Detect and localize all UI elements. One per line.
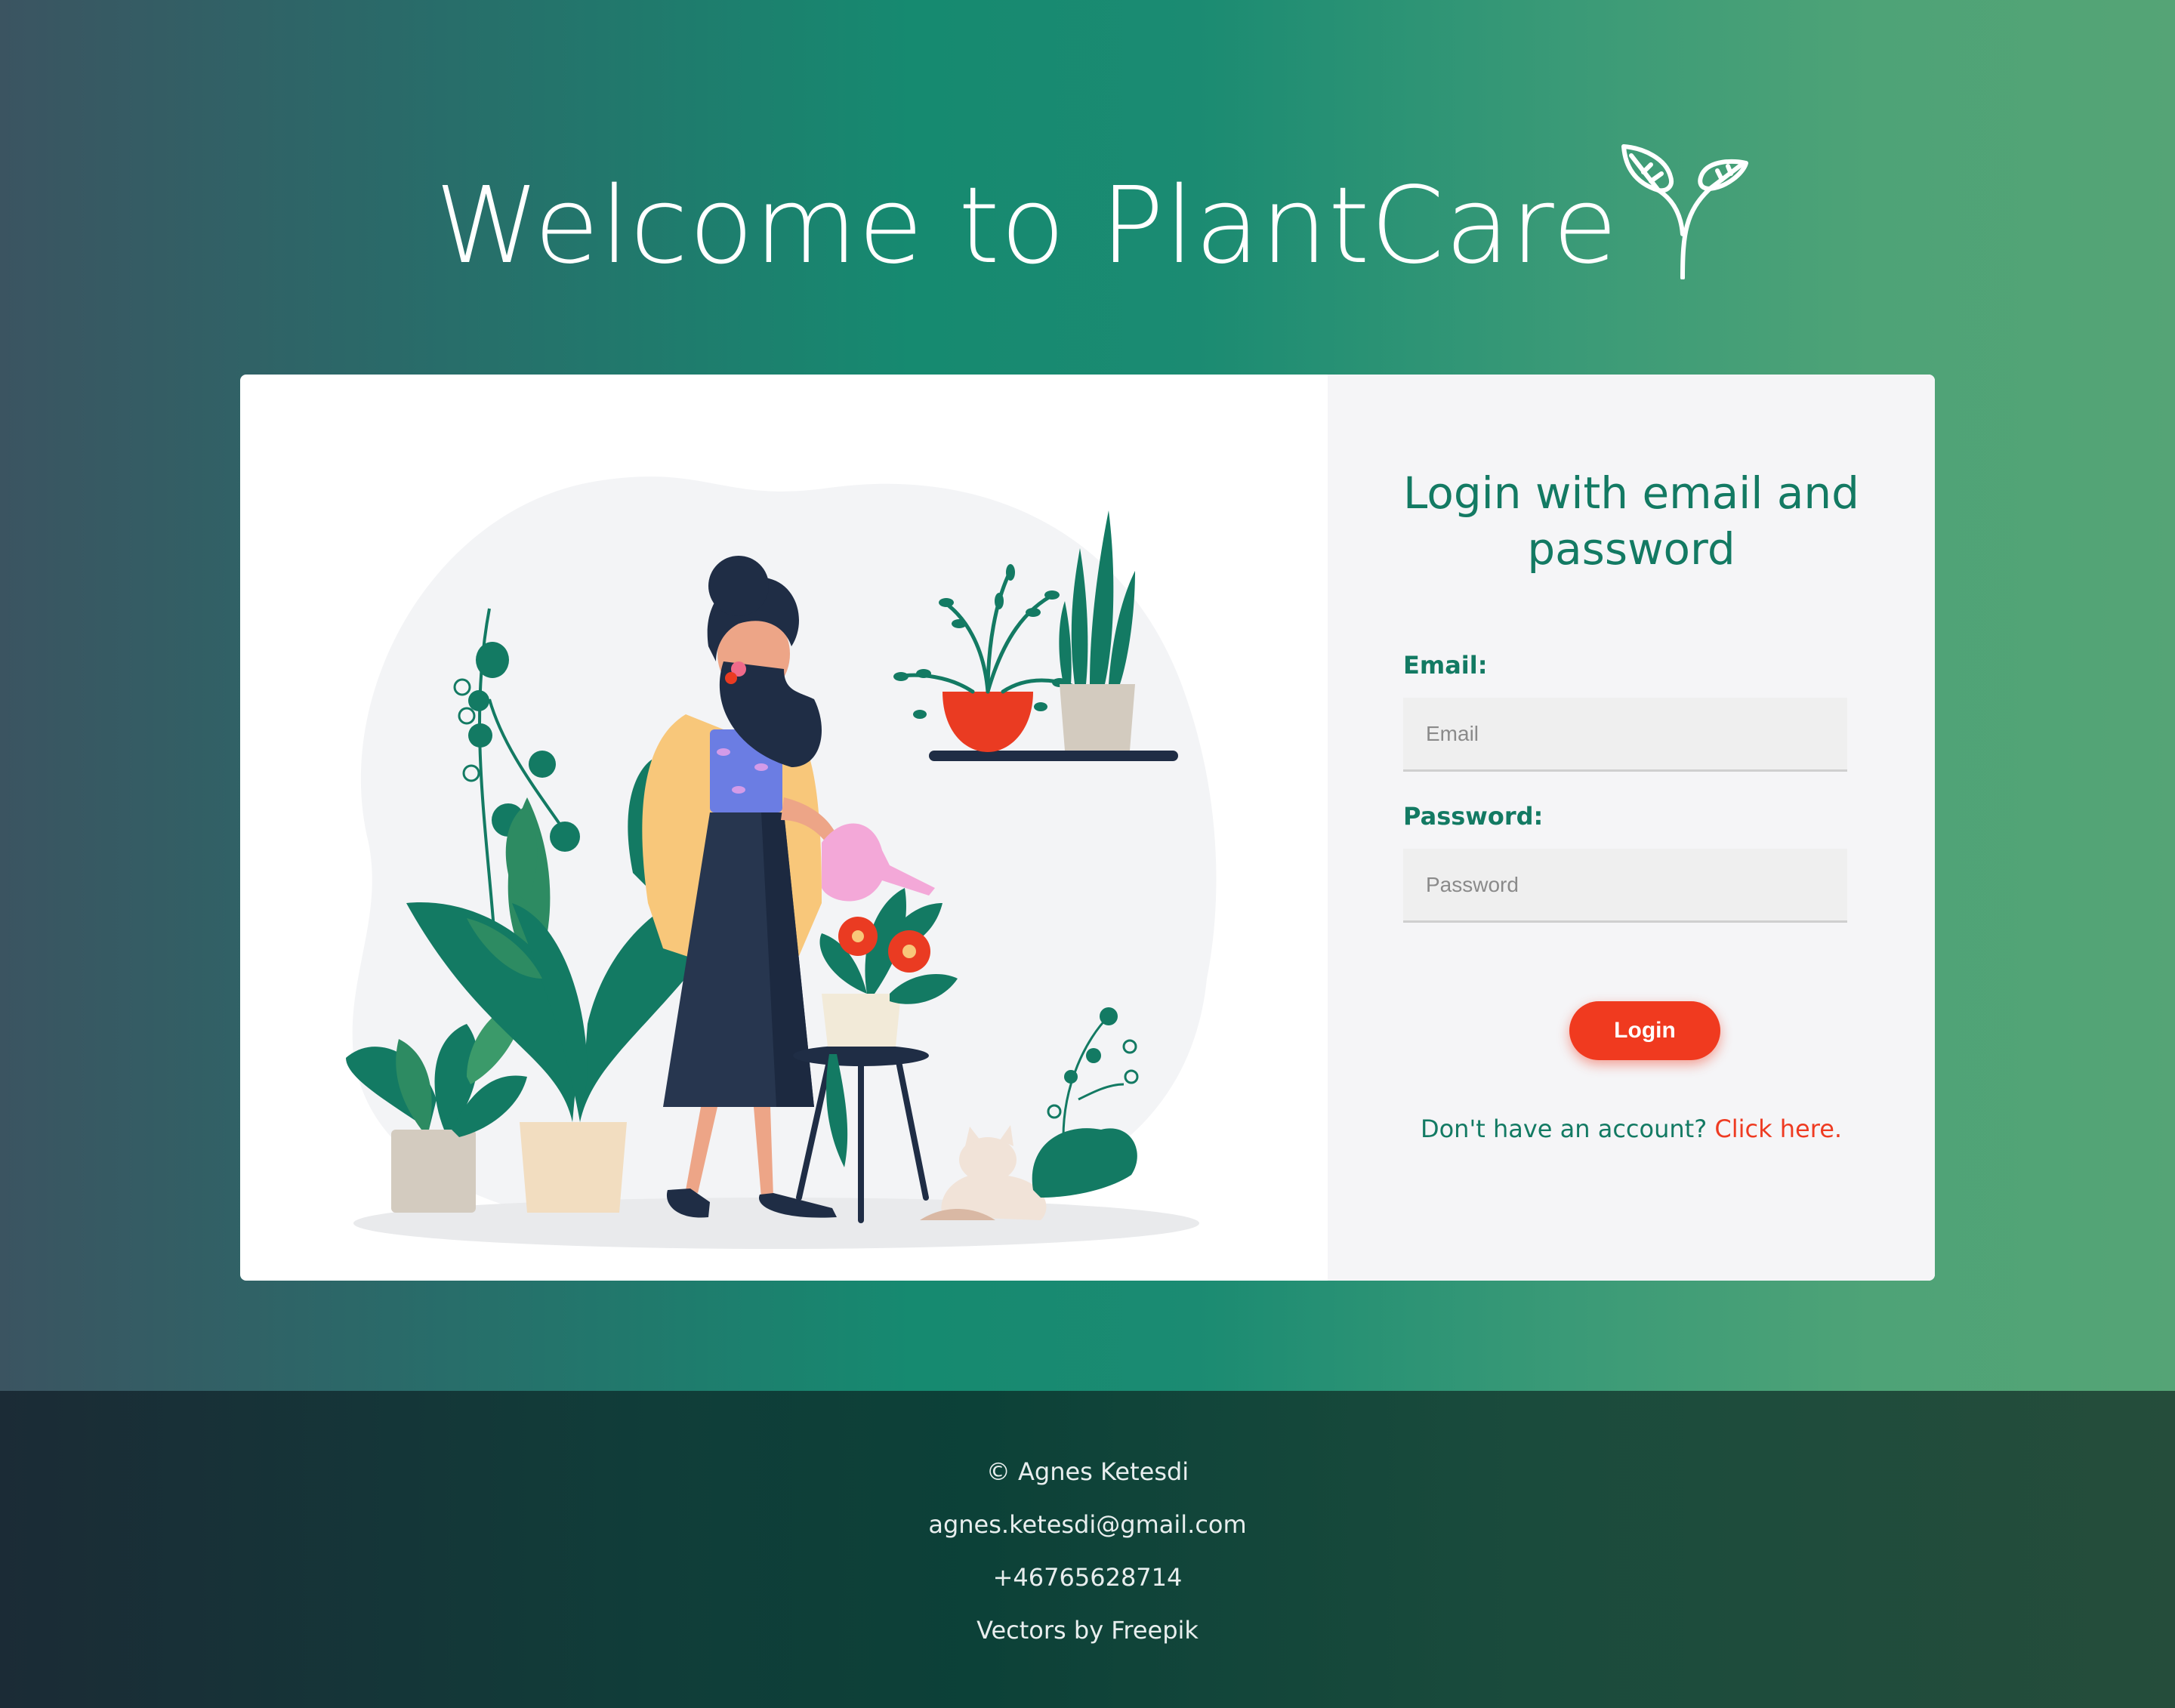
email-input[interactable]: [1403, 698, 1847, 772]
password-label: Password:: [1403, 802, 1544, 831]
sprout-icon: [1621, 144, 1748, 279]
footer: © Agnes Ketesdi agnes.ketesdi@gmail.com …: [0, 1391, 2175, 1708]
footer-credits: Vectors by Freepik: [976, 1616, 1199, 1645]
login-card: Login with email and password Email: Pas…: [240, 375, 1935, 1281]
password-input[interactable]: [1403, 849, 1847, 923]
footer-email: agnes.ketesdi@gmail.com: [928, 1510, 1247, 1539]
header: Welcome to PlantCare: [435, 143, 1764, 294]
login-button[interactable]: Login: [1569, 1001, 1720, 1060]
login-heading: Login with email and password: [1403, 467, 1859, 575]
signup-prompt-text: Don't have an account?: [1420, 1115, 1708, 1143]
email-label: Email:: [1403, 651, 1488, 680]
page-title: Welcome to PlantCare: [435, 165, 1618, 288]
page: Welcome to PlantCare Login with email an…: [0, 0, 2175, 1708]
footer-copyright: © Agnes Ketesdi: [986, 1457, 1189, 1486]
footer-phone: +46765628714: [992, 1563, 1183, 1592]
login-panel: Login with email and password Email: Pas…: [1328, 375, 1935, 1281]
plant-care-illustration: [346, 476, 1217, 1249]
hero-background: Welcome to PlantCare Login with email an…: [0, 0, 2175, 1391]
signup-link[interactable]: Click here.: [1714, 1115, 1842, 1143]
signup-prompt: Don't have an account? Click here.: [1328, 1115, 1935, 1143]
